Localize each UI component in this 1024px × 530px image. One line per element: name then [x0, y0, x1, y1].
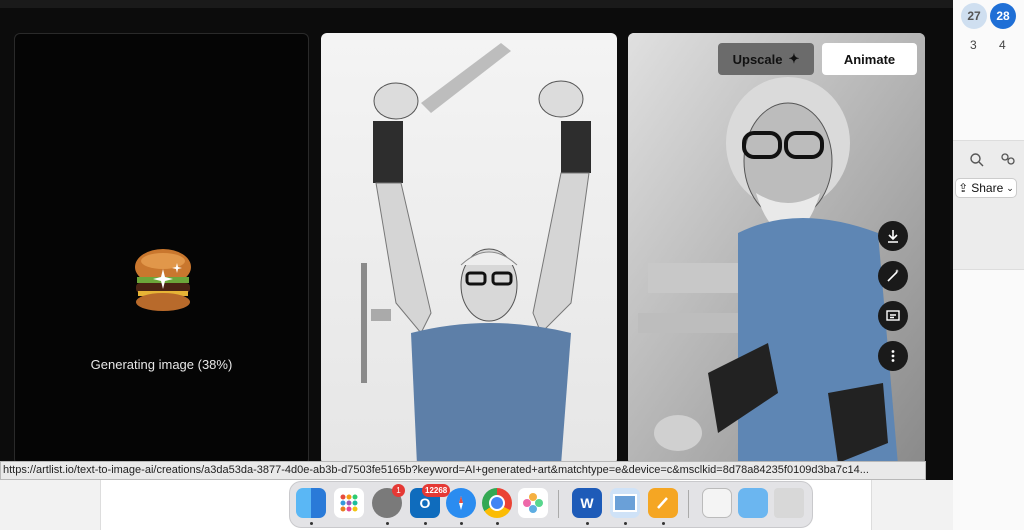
running-indicator — [310, 522, 313, 525]
people-icon[interactable] — [999, 152, 1017, 168]
calendar-today[interactable]: 28 — [990, 3, 1016, 29]
running-indicator — [586, 522, 589, 525]
dock-separator — [558, 490, 559, 518]
chrome-icon[interactable] — [482, 488, 512, 518]
chevron-down-icon: ⌄ — [1006, 182, 1014, 193]
sketch-image — [361, 43, 591, 465]
folder-icon[interactable] — [738, 488, 768, 518]
preview-icon[interactable] — [610, 488, 640, 518]
running-indicator — [386, 522, 389, 525]
modal-top-bar — [0, 0, 953, 8]
generating-card: Generating image (38%) — [14, 33, 309, 465]
running-indicator — [624, 522, 627, 525]
settings-icon[interactable]: 1 — [372, 484, 405, 518]
launchpad-icon[interactable] — [334, 488, 364, 518]
safari-icon[interactable] — [446, 488, 476, 518]
more-vertical-icon — [891, 350, 895, 362]
generated-image-portrait[interactable] — [628, 33, 925, 465]
caption-button[interactable] — [878, 301, 908, 331]
sparkle-icon: ✦ — [788, 51, 800, 66]
calendar-day-next[interactable]: 4 — [999, 38, 1006, 52]
share-icon: ⇪ — [958, 181, 969, 195]
running-indicator — [460, 522, 463, 525]
document-stack-icon[interactable] — [702, 488, 732, 518]
settings-badge: 1 — [392, 484, 405, 497]
share-label: Share — [971, 181, 1004, 195]
outlook-icon[interactable]: O 12268 — [410, 484, 451, 518]
burger-sparkle-icon — [135, 249, 191, 311]
portrait-image — [628, 33, 925, 465]
outlook-badge: 12268 — [422, 484, 451, 497]
share-button[interactable]: ⇪ Share ⌄ — [955, 178, 1017, 198]
upscale-label: Upscale — [732, 51, 783, 67]
dock-separator — [688, 490, 689, 518]
running-indicator — [662, 522, 665, 525]
background-toolbar — [953, 140, 1024, 270]
download-icon — [888, 230, 898, 243]
finder-icon[interactable] — [296, 488, 326, 518]
dock: 1 O 12268 W — [289, 481, 813, 528]
trash-icon[interactable] — [774, 488, 804, 518]
pages-icon[interactable] — [648, 488, 678, 518]
image-generation-modal: Generating image (38%) Upscale ✦ Animate — [0, 0, 953, 480]
edit-magic-button[interactable] — [878, 261, 908, 291]
generating-status-label: Generating image (38%) — [90, 357, 233, 372]
photos-icon[interactable] — [518, 488, 548, 518]
download-button[interactable] — [878, 221, 908, 251]
animate-label: Animate — [843, 51, 896, 67]
caption-icon — [886, 310, 900, 321]
magic-wand-icon — [887, 269, 899, 282]
calendar-day[interactable]: 27 — [961, 3, 987, 29]
word-icon[interactable]: W — [572, 488, 602, 518]
running-indicator — [424, 522, 427, 525]
animate-button[interactable]: Animate — [822, 43, 917, 75]
running-indicator — [496, 522, 499, 525]
generated-image-sketch[interactable] — [321, 33, 617, 465]
search-icon[interactable] — [969, 152, 985, 168]
calendar-day-next[interactable]: 3 — [970, 38, 977, 52]
upscale-button[interactable]: Upscale ✦ — [718, 43, 814, 75]
more-options-button[interactable] — [878, 341, 908, 371]
link-status-bar: https://artlist.io/text-to-image-ai/crea… — [0, 461, 926, 480]
